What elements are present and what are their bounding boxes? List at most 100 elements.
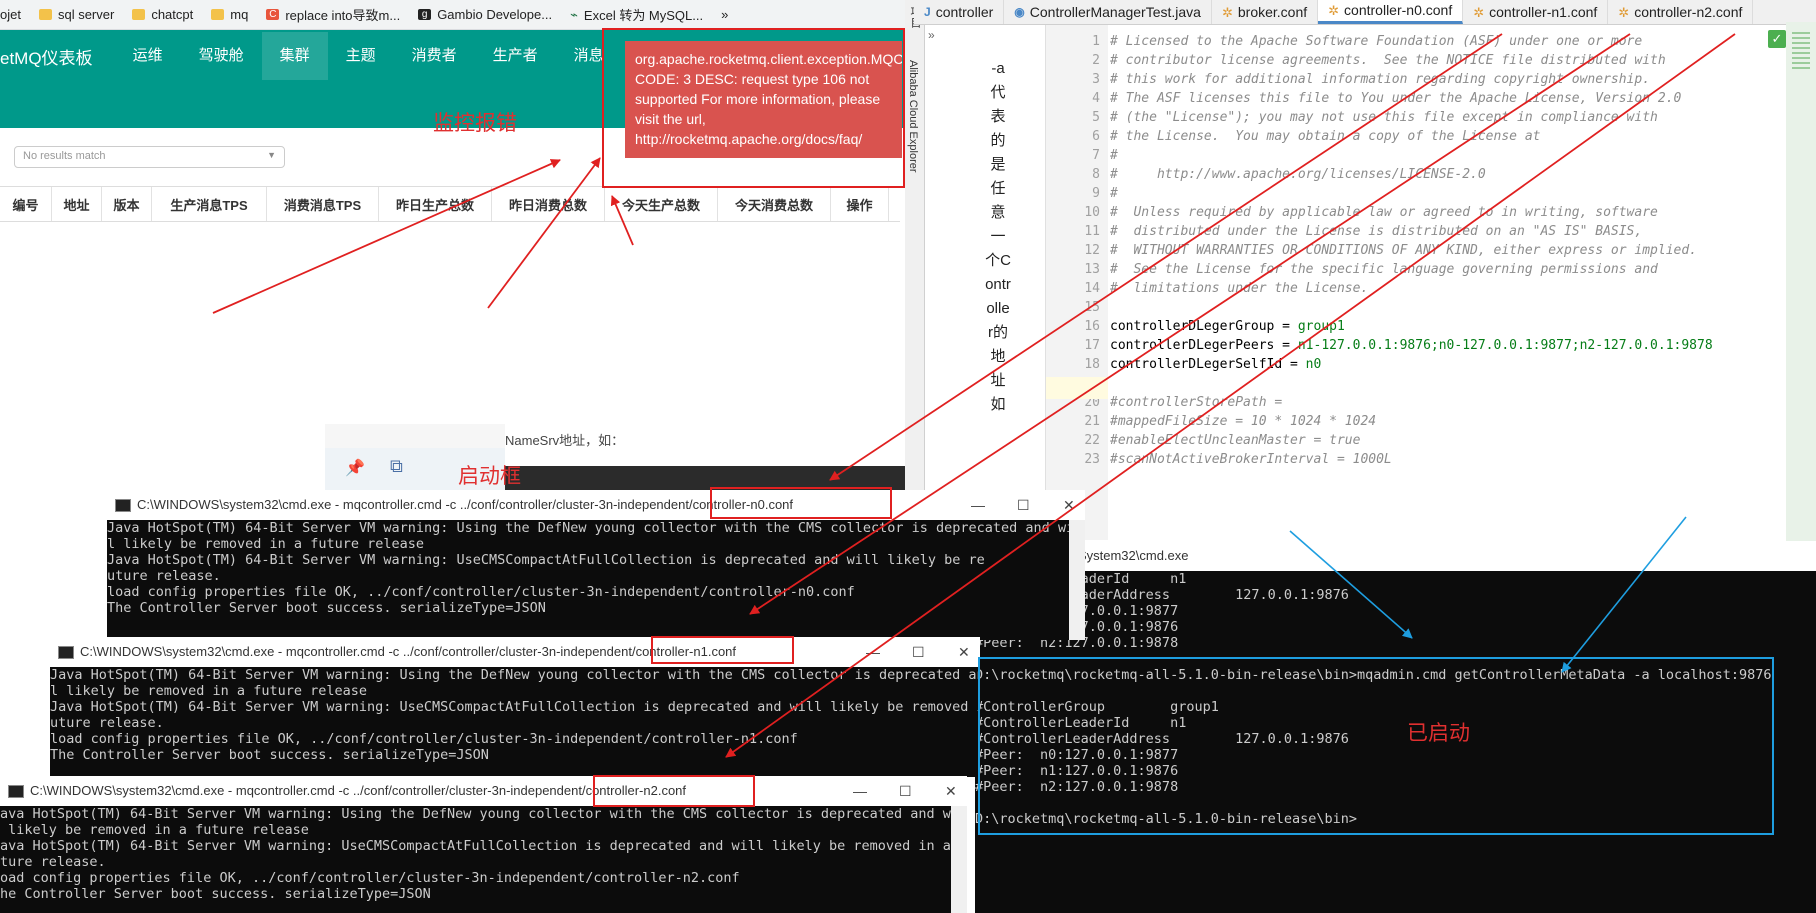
line-number: 23 [1084,452,1100,467]
cmd-window-controller-n2[interactable]: C:\WINDOWS\system32\cmd.exe - mqcontroll… [0,776,967,913]
terminal-icon [58,646,74,660]
nav-item[interactable]: 主题 [328,32,394,80]
bookmark-label: replace into导致m... [285,8,401,23]
cmd-output-line: #Peer: n0:127.0.0.1:9877 [975,603,1179,619]
cmd-window-controller-n0[interactable]: C:\WINDOWS\system32\cmd.exe - mqcontroll… [107,490,1085,640]
bookmark-item[interactable]: mq [211,7,248,22]
table-header-cell[interactable]: 生产消息TPS [152,187,267,221]
excel-icon: ⌁ [570,6,578,22]
table-header-cell[interactable]: 编号 [0,187,52,221]
ide-editor-tabs: Jcontroller ◉ ControllerManagerTest.java ✲ b… [914,0,1816,25]
cmd-output-line: uture release. [107,568,221,584]
cmd-output[interactable]: ava HotSpot(TM) 64-Bit Server VM warning… [0,806,967,913]
cmd-output-line: oad config properties file OK, ../conf/c… [0,870,740,886]
property-value: group1 [1297,319,1345,334]
editor-tab[interactable]: ✲ broker.conf [1212,0,1319,24]
close-icon[interactable]: ✕ [945,776,957,806]
cmd-output-line: ava HotSpot(TM) 64-Bit Server VM warning… [0,838,967,854]
property-value: n0 [1305,357,1322,372]
maximize-icon[interactable]: ☐ [899,776,912,806]
line-number-gutter: 1234567891011121314151617181920212223 [1046,25,1108,540]
scrollbar[interactable] [1069,520,1085,640]
minimize-icon[interactable]: — [866,637,880,667]
inspection-ok-icon[interactable]: ✓ [1768,30,1786,48]
bookmark-item[interactable]: sql server [38,7,115,22]
cmd-title-bar[interactable]: C:\WINDOWS\system32\cmd.exe - mqcontroll… [0,776,967,806]
bookmark-item[interactable]: Creplace into导致m... [266,5,400,24]
cmd-title-bar[interactable]: C:\Windows\System32\cmd.exe [975,541,1816,571]
cmd-output-line: #ControllerLeaderAddress 127.0.0.1:9876 [975,587,1349,603]
comment-text: # this work for additional information r… [1110,72,1651,87]
nav-item[interactable]: 驾驶舱 [181,32,262,80]
property-key: controllerDLegerGroup = [1110,319,1298,334]
bookmark-item[interactable]: » [721,7,728,22]
cmd-window-controller-n1[interactable]: C:\WINDOWS\system32\cmd.exe - mqcontroll… [50,637,980,777]
bookmark-label: sql server [57,7,115,22]
editor-scroll-marker-bar[interactable] [1786,22,1816,542]
cmd-title-text: C:\WINDOWS\system32\cmd.exe - mqcontroll… [80,644,737,659]
bookmark-item[interactable]: g Gambio Develope... [418,7,552,22]
bookmark-item[interactable]: ⌁ Excel 转为 MySQL... [570,5,703,24]
table-header-cell[interactable]: 消费消息TPS [267,187,379,221]
close-icon[interactable]: ✕ [958,637,970,667]
table-header-cell[interactable]: 地址 [52,187,102,221]
gambio-icon: g [418,9,432,20]
cmd-output[interactable]: Java HotSpot(TM) 64-Bit Server VM warnin… [107,520,1085,640]
code-line: # the License. You may obtain a copy of … [1110,126,1540,148]
dashboard-brand[interactable]: etMQ仪表板 [0,44,115,69]
table-header-cell[interactable]: 版本 [102,187,152,221]
folder-icon [211,9,225,20]
code-editor[interactable]: # Licensed to the Apache Software Founda… [1108,25,1816,540]
editor-tab-label: broker.conf [1237,3,1308,20]
nav-item[interactable]: 消费者 [394,32,475,80]
bookmark-label: Excel 转为 MySQL... [583,8,704,23]
minimize-icon[interactable]: — [853,776,867,806]
java-icon: J [924,4,931,19]
cmd-output-line: load config properties file OK, ../conf/… [50,731,798,747]
startup-window-annotation: 启动框 [458,464,521,488]
nav-item[interactable]: 运维 [115,32,181,80]
editor-tab[interactable]: ✲ controller-n1.conf [1463,0,1609,24]
red-arrow [487,157,601,309]
nav-item[interactable]: 生产者 [475,32,556,80]
nav-item[interactable]: 集群 [261,32,328,80]
folder-icon [132,9,146,20]
cmd-output-line: l likely be removed in a future release [50,683,367,699]
config-icon: ✲ [1473,4,1485,20]
minimize-icon[interactable]: — [971,490,985,520]
maximize-icon[interactable]: ☐ [1017,490,1030,520]
table-header-cell[interactable]: 昨日消费总数 [492,187,605,221]
cluster-table-header: 编号 地址 版本 生产消息TPS 消费消息TPS 昨日生产总数 昨日消费总数 今天生产总数 今天… [0,186,900,222]
editor-tab[interactable]: ✲ controller-n2.conf [1608,0,1754,24]
bookmark-item[interactable]: ojet [0,7,21,22]
cmd-output-line: Java HotSpot(TM) 64-Bit Server VM warnin… [107,552,985,568]
panel-expand-icon[interactable]: » [928,28,935,42]
table-header-cell[interactable]: 今天消费总数 [718,187,831,221]
maximize-icon[interactable]: ☐ [912,637,925,667]
cloud-explorer-tool-label[interactable]: Alibaba Cloud Explorer [907,60,919,173]
editor-tab[interactable]: Jcontroller [914,0,1005,24]
comment-text: # contributor license agreements. See th… [1110,53,1666,68]
cmd-title-bar[interactable]: C:\WINDOWS\system32\cmd.exe - mqcontroll… [107,490,1085,520]
comment-text: #mappedFileSize = 10 * 1024 * 1024 [1110,414,1377,429]
scrollbar[interactable] [951,806,967,913]
table-header-cell[interactable]: 今天生产总数 [605,187,718,221]
cluster-select[interactable]: No results match ▼ [14,146,285,168]
editor-tab[interactable]: ✲ controller-n0.conf [1318,0,1464,24]
cmd-output[interactable]: Java HotSpot(TM) 64-Bit Server VM warnin… [50,667,980,777]
cmd-title-bar[interactable]: C:\WINDOWS\system32\cmd.exe - mqcontroll… [50,637,980,667]
editor-tab-label: controller-n0.conf [1344,2,1453,18]
close-icon[interactable]: ✕ [1063,490,1075,520]
cmd-output-line: load config properties file OK, ../conf/… [107,584,855,600]
error-highlight-box [602,28,905,188]
editor-tab[interactable]: ◉ ControllerManagerTest.java [1004,0,1212,24]
table-header-cell[interactable]: 操作 [831,187,889,221]
comment-text: # (the "License"); you may not use this … [1110,110,1658,125]
table-header-cell[interactable]: 昨日生产总数 [379,187,492,221]
bookmark-label: » [721,7,729,22]
started-highlight-box [978,657,1774,835]
bookmark-item[interactable]: chatcpt [132,7,193,22]
cmd-output-line: ava HotSpot(TM) 64-Bit Server VM warning… [0,806,967,822]
code-line: controllerDLegerSelfId = n0 [1110,354,1321,376]
code-line: # limitations under the License. [1110,278,1368,300]
